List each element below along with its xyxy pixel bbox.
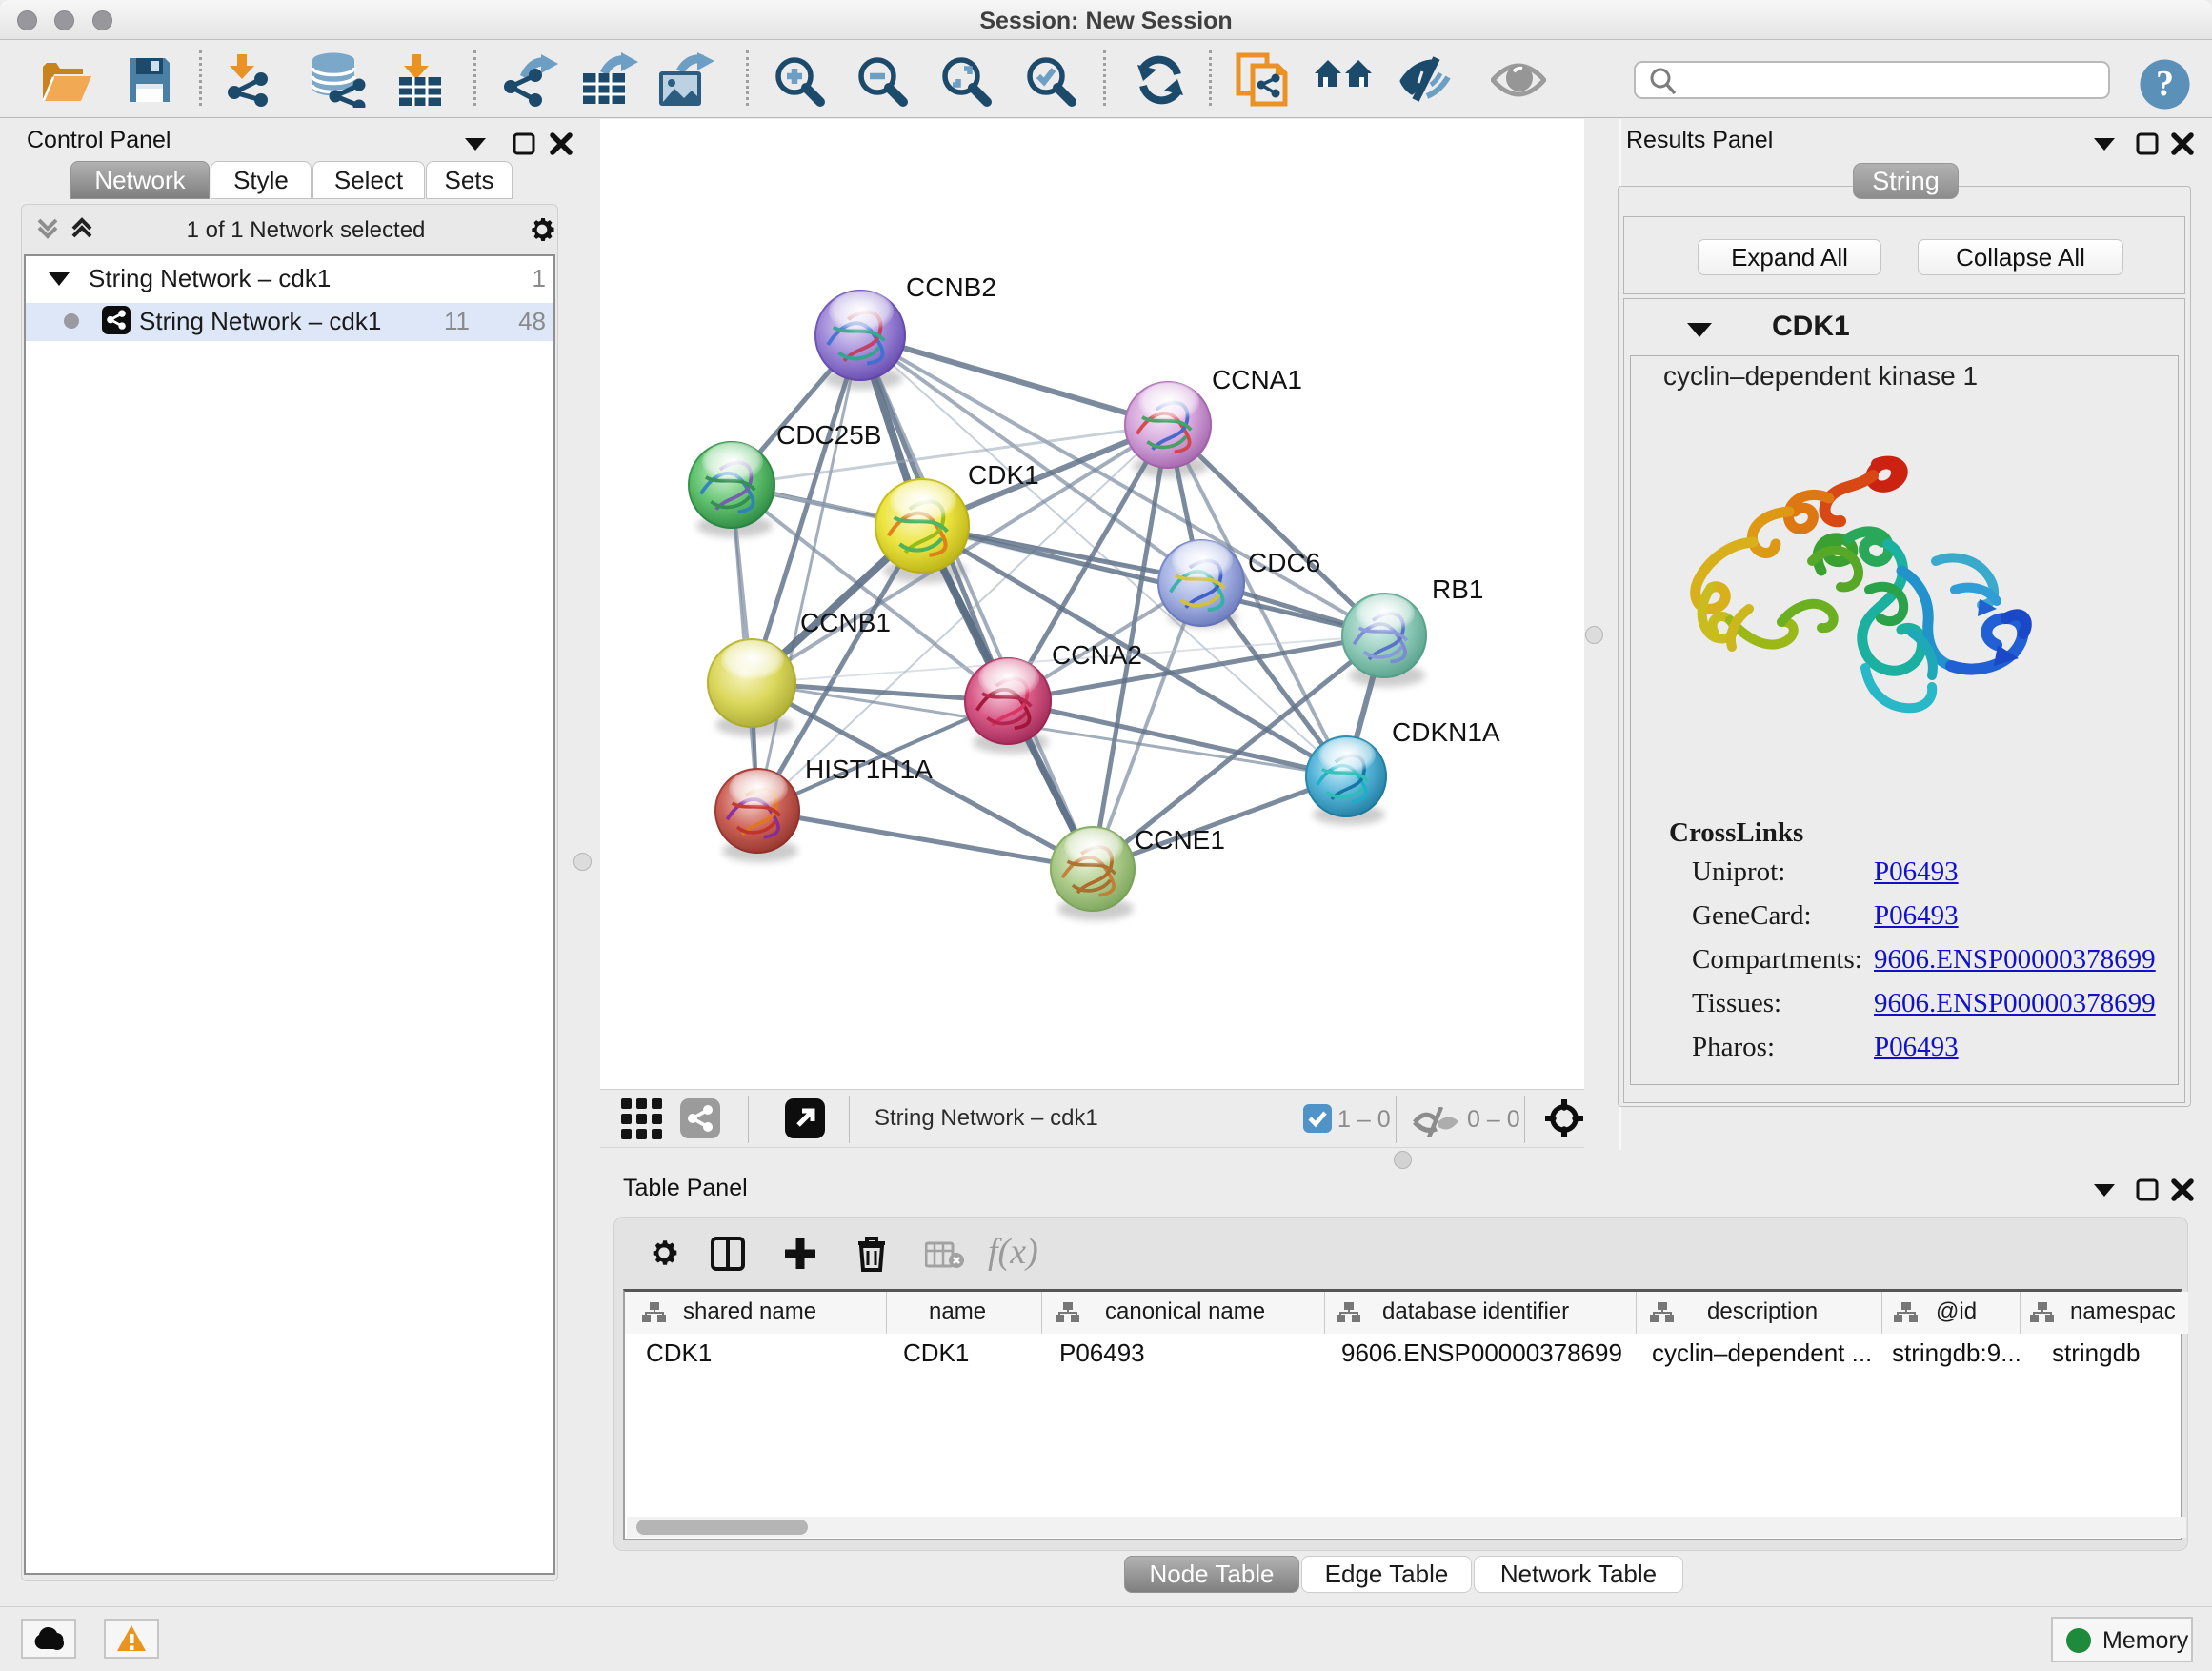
svg-text:CCNB2: CCNB2 [906,272,996,302]
svg-text:?: ? [2156,64,2174,104]
svg-text:CCNB1: CCNB1 [800,608,891,637]
svg-text:CCNA1: CCNA1 [1212,365,1302,394]
svg-text:CDC6: CDC6 [1248,548,1320,577]
svg-text:CDC25B: CDC25B [776,420,881,450]
svg-text:CDK1: CDK1 [968,460,1039,490]
svg-text:HIST1H1A: HIST1H1A [805,755,933,784]
svg-text:CCNA2: CCNA2 [1052,640,1142,670]
svg-text:CCNE1: CCNE1 [1135,825,1225,855]
svg-text:RB1: RB1 [1432,574,1483,604]
svg-text:CDKN1A: CDKN1A [1392,717,1500,747]
